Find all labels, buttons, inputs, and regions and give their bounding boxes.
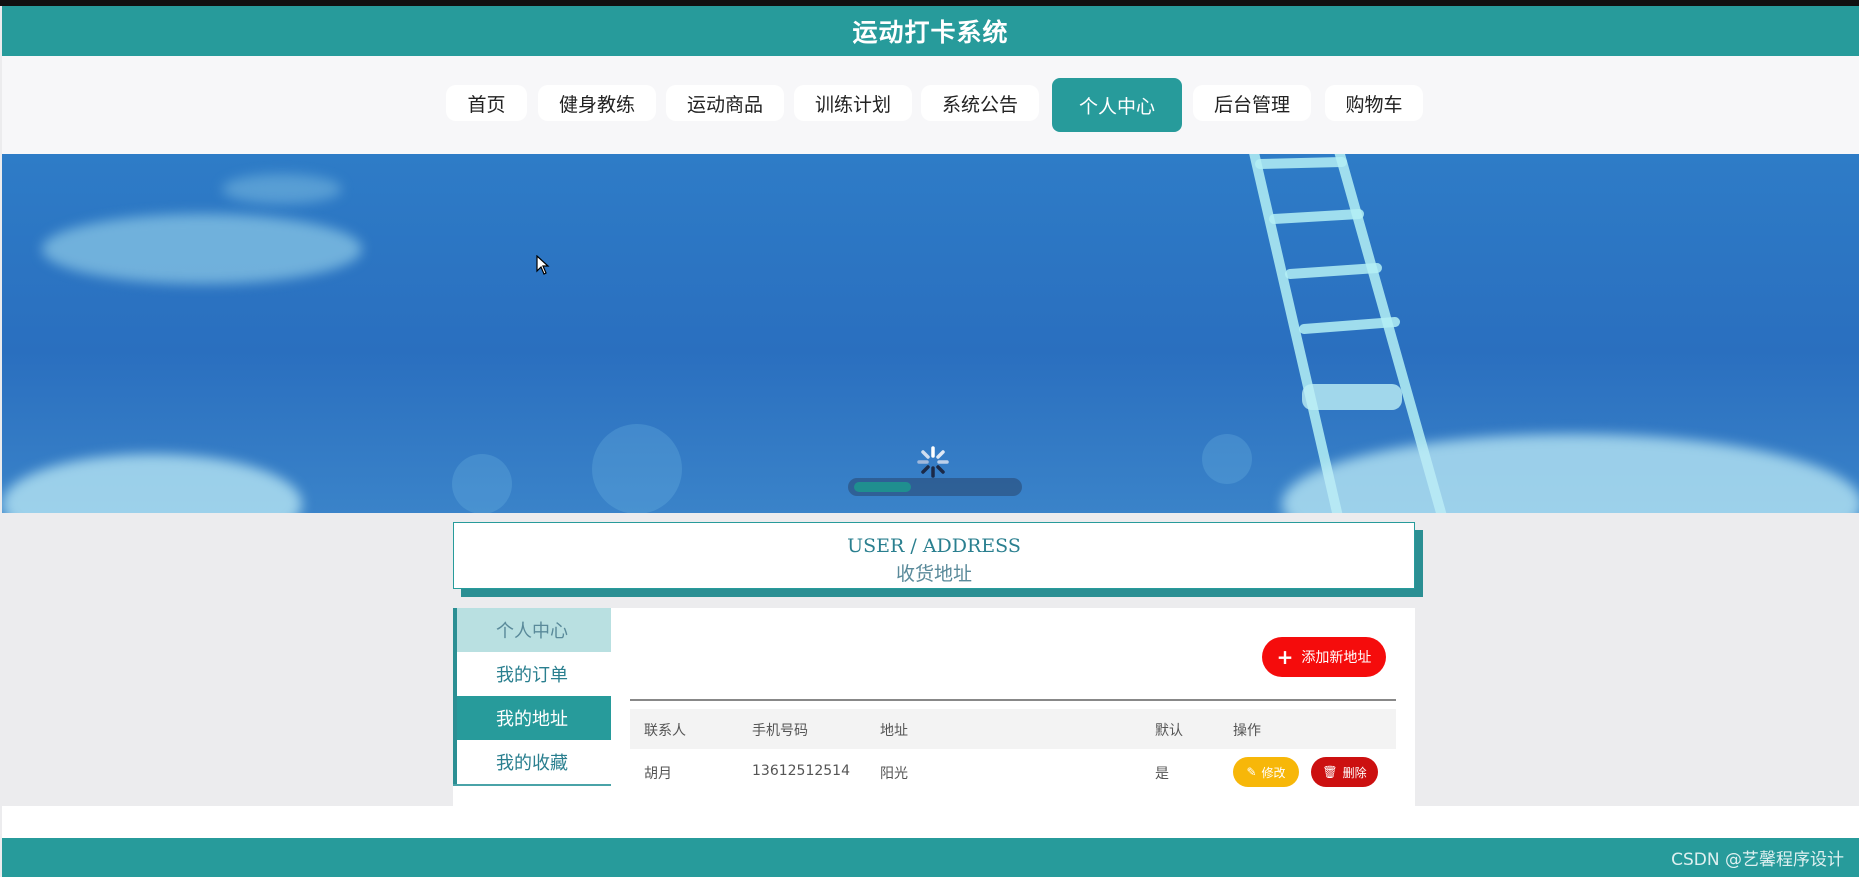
edit-button[interactable]: ✎ 修改 <box>1233 757 1299 787</box>
column-header-contact: 联系人 <box>644 723 686 739</box>
plus-icon: + <box>1276 645 1294 669</box>
hero-banner <box>2 154 1859 513</box>
mouse-cursor-icon <box>536 255 550 275</box>
bokeh-shape <box>592 424 682 513</box>
column-header-actions: 操作 <box>1233 723 1261 739</box>
edit-label: 修改 <box>1261 765 1286 780</box>
side-menu: 个人中心 我的订单 我的地址 我的收藏 <box>453 608 611 784</box>
cloud-shape <box>42 214 362 284</box>
side-item-address[interactable]: 我的地址 <box>453 696 611 740</box>
trash-icon: 🗑 <box>1322 765 1338 779</box>
cloud-shape <box>2 454 302 513</box>
cell-default: 是 <box>1155 766 1169 782</box>
nav-item-home[interactable]: 首页 <box>446 85 527 121</box>
footer-spacer <box>2 806 1859 838</box>
bokeh-shape <box>452 454 512 513</box>
site-header: 运动打卡系统 <box>2 6 1859 56</box>
nav-item-coaches[interactable]: 健身教练 <box>538 85 656 121</box>
nav-item-plans[interactable]: 训练计划 <box>794 85 912 121</box>
add-address-button[interactable]: + 添加新地址 <box>1262 637 1386 677</box>
nav-item-personal-center[interactable]: 个人中心 <box>1052 78 1182 132</box>
cell-address: 阳光 <box>880 766 908 782</box>
column-header-default: 默认 <box>1155 723 1183 739</box>
table-divider <box>630 699 1396 701</box>
nav-item-cart[interactable]: 购物车 <box>1325 85 1423 121</box>
cell-phone: 13612512514 <box>752 763 850 779</box>
nav-item-admin[interactable]: 后台管理 <box>1193 85 1311 121</box>
column-header-address: 地址 <box>880 723 908 739</box>
watermark-text: CSDN @艺馨程序设计 <box>1671 850 1844 870</box>
add-address-label: 添加新地址 <box>1301 650 1372 666</box>
loading-progress-fill <box>854 482 911 492</box>
site-footer <box>2 838 1859 877</box>
loading-progress-bar <box>848 478 1022 496</box>
delete-label: 删除 <box>1342 765 1367 780</box>
section-title-cn: 收货地址 <box>895 563 972 585</box>
main-nav: 首页 健身教练 运动商品 训练计划 系统公告 个人中心 后台管理 购物车 <box>2 56 1859 154</box>
delete-button[interactable]: 🗑 删除 <box>1311 757 1378 787</box>
side-item-orders[interactable]: 我的订单 <box>453 652 611 696</box>
pencil-icon: ✎ <box>1246 765 1257 779</box>
nav-item-products[interactable]: 运动商品 <box>666 85 784 121</box>
cloud-shape <box>222 174 342 204</box>
section-title-en: USER / ADDRESS <box>847 535 1021 557</box>
cell-contact: 胡月 <box>644 766 672 782</box>
side-item-favorites[interactable]: 我的收藏 <box>453 740 611 784</box>
column-header-phone: 手机号码 <box>752 723 808 739</box>
table-header: 联系人 手机号码 地址 默认 操作 <box>630 709 1396 749</box>
nav-item-notices[interactable]: 系统公告 <box>921 85 1039 121</box>
site-title: 运动打卡系统 <box>852 18 1009 47</box>
loading-spinner-icon <box>917 446 949 478</box>
section-title-box: USER / ADDRESS 收货地址 <box>453 522 1415 589</box>
side-menu-header[interactable]: 个人中心 <box>453 608 611 652</box>
